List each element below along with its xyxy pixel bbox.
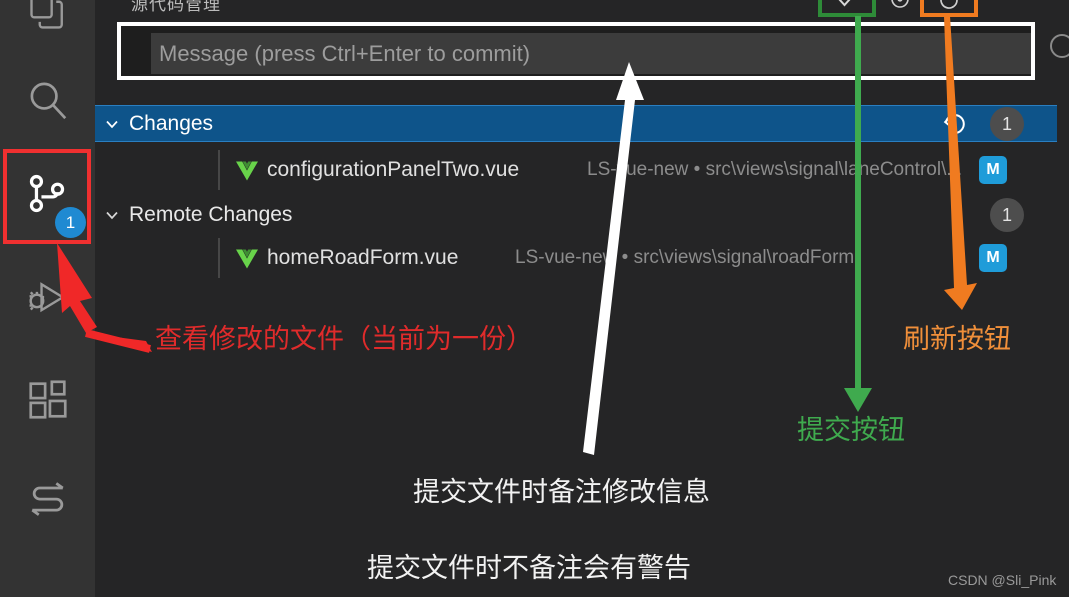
file-name: homeRoadForm.vue — [267, 246, 459, 269]
vscode-window: 1 源代码管理 Message (press Ctrl+Enter to com… — [0, 0, 1069, 597]
collapse-all-button[interactable] — [777, 0, 807, 14]
changes-count-badge: 1 — [990, 107, 1024, 141]
annotation-green: 提交按钮 — [797, 415, 905, 445]
commit-button[interactable] — [818, 0, 876, 17]
activity-item-settings-sync[interactable] — [0, 452, 95, 547]
check-icon — [835, 0, 859, 17]
activity-bar: 1 — [0, 0, 95, 597]
chevron-down-icon — [95, 115, 129, 133]
run-debug-icon — [24, 276, 72, 324]
commit-message-highlight — [117, 22, 1035, 80]
watermark: CSDN @Sli_Pink — [948, 572, 1057, 588]
annotation-white-line-2: 提交文件时不备注会有警告 — [367, 553, 691, 583]
collapse-all-icon — [781, 0, 803, 15]
activity-item-run-and-debug[interactable] — [0, 252, 95, 347]
section-header-remote-changes[interactable]: Remote Changes — [95, 196, 1057, 233]
s-logo-icon — [24, 476, 72, 524]
status-badge-modified: M — [979, 156, 1007, 184]
file-list-item[interactable]: configurationPanelTwo.vue LS-vue-new • s… — [95, 150, 1057, 190]
activity-item-search[interactable] — [0, 52, 95, 147]
refresh-button[interactable] — [920, 0, 978, 17]
vue-file-icon — [233, 244, 261, 272]
search-icon — [25, 77, 71, 123]
panel-title: 源代码管理 — [131, 0, 221, 14]
panel-edge-icon[interactable] — [1050, 34, 1069, 58]
refresh-icon — [936, 0, 962, 18]
activity-item-explorer[interactable] — [0, 0, 95, 57]
section-label-changes: Changes — [129, 111, 214, 135]
more-actions-button[interactable] — [885, 0, 915, 14]
annotation-white-line-1: 提交文件时备注修改信息 — [413, 477, 710, 507]
extensions-icon — [25, 377, 71, 423]
indent-guide — [218, 238, 220, 278]
files-icon — [26, 0, 70, 32]
annotation-orange: 刷新按钮 — [903, 324, 1011, 354]
section-header-changes[interactable]: Changes — [95, 105, 1057, 142]
commit-message-input[interactable] — [151, 33, 1031, 74]
status-badge-modified: M — [979, 244, 1007, 272]
vue-file-icon — [233, 156, 261, 184]
indent-guide — [218, 150, 220, 190]
section-label-remote-changes: Remote Changes — [129, 202, 293, 226]
source-control-badge: 1 — [55, 207, 86, 238]
annotation-red: 查看修改的文件（当前为一份） — [155, 324, 533, 354]
chevron-down-icon — [95, 206, 129, 224]
activity-item-extensions[interactable] — [0, 352, 95, 447]
file-path: LS-vue-new • src\views\signal\roadForm — [515, 247, 855, 268]
more-actions-icon — [887, 0, 913, 17]
file-list-item[interactable]: homeRoadForm.vue LS-vue-new • src\views\… — [95, 238, 1057, 278]
discard-all-changes-button[interactable] — [940, 110, 970, 138]
file-path: LS-vue-new • src\views\signal\laneContro… — [587, 159, 963, 180]
remote-changes-count-badge: 1 — [990, 198, 1024, 232]
activity-item-source-control[interactable]: 1 — [3, 149, 91, 244]
file-name: configurationPanelTwo.vue — [267, 158, 520, 181]
